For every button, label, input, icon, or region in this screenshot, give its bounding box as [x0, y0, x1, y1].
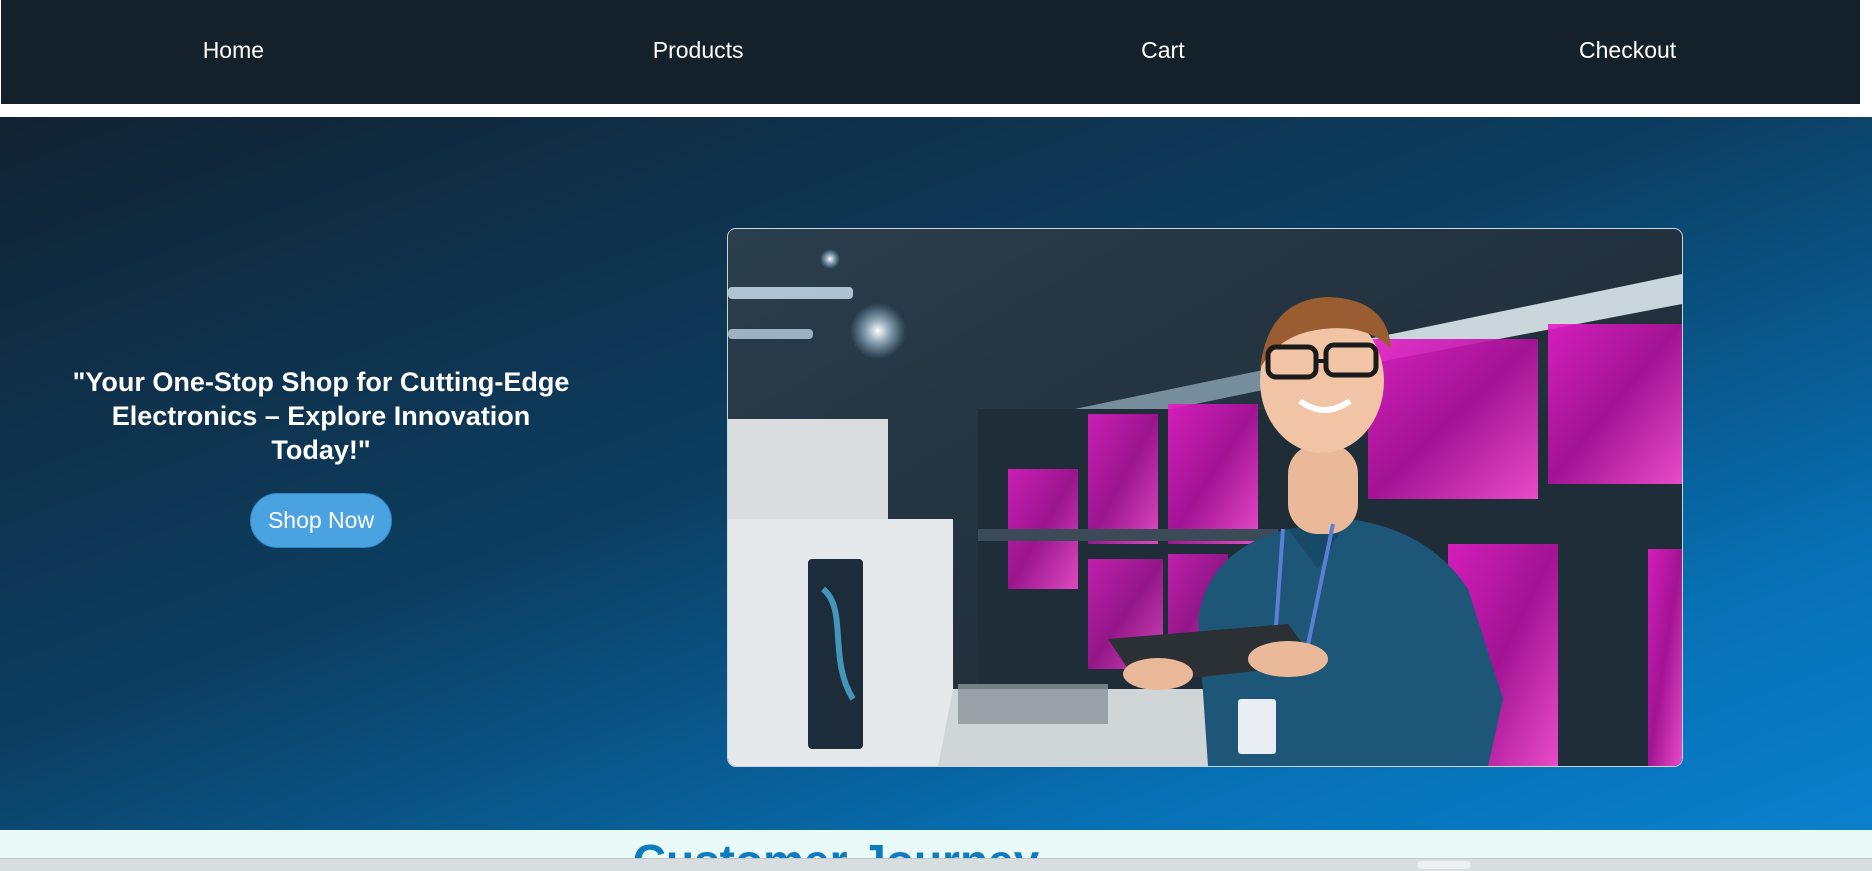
- store-employee-photo-icon: [728, 229, 1682, 766]
- hero-tagline: "Your One-Stop Shop for Cutting-Edge Ele…: [72, 367, 570, 465]
- scrollbar-thumb[interactable]: [1418, 861, 1470, 869]
- nav-item-checkout[interactable]: Checkout: [1395, 37, 1860, 67]
- hero-image: [727, 228, 1683, 767]
- top-navbar: Home Products Cart Checkout: [1, 0, 1860, 104]
- nav-item-home[interactable]: Home: [1, 37, 466, 67]
- page: Home Products Cart Checkout "Your One-St…: [0, 0, 1872, 871]
- nav-item-cart[interactable]: Cart: [931, 37, 1396, 67]
- hero-section: "Your One-Stop Shop for Cutting-Edge Ele…: [0, 117, 1872, 830]
- horizontal-scrollbar[interactable]: [0, 858, 1872, 871]
- shop-now-button[interactable]: Shop Now: [249, 493, 393, 548]
- nav-item-products[interactable]: Products: [466, 37, 931, 67]
- hero-text-block: "Your One-Stop Shop for Cutting-Edge Ele…: [60, 365, 582, 548]
